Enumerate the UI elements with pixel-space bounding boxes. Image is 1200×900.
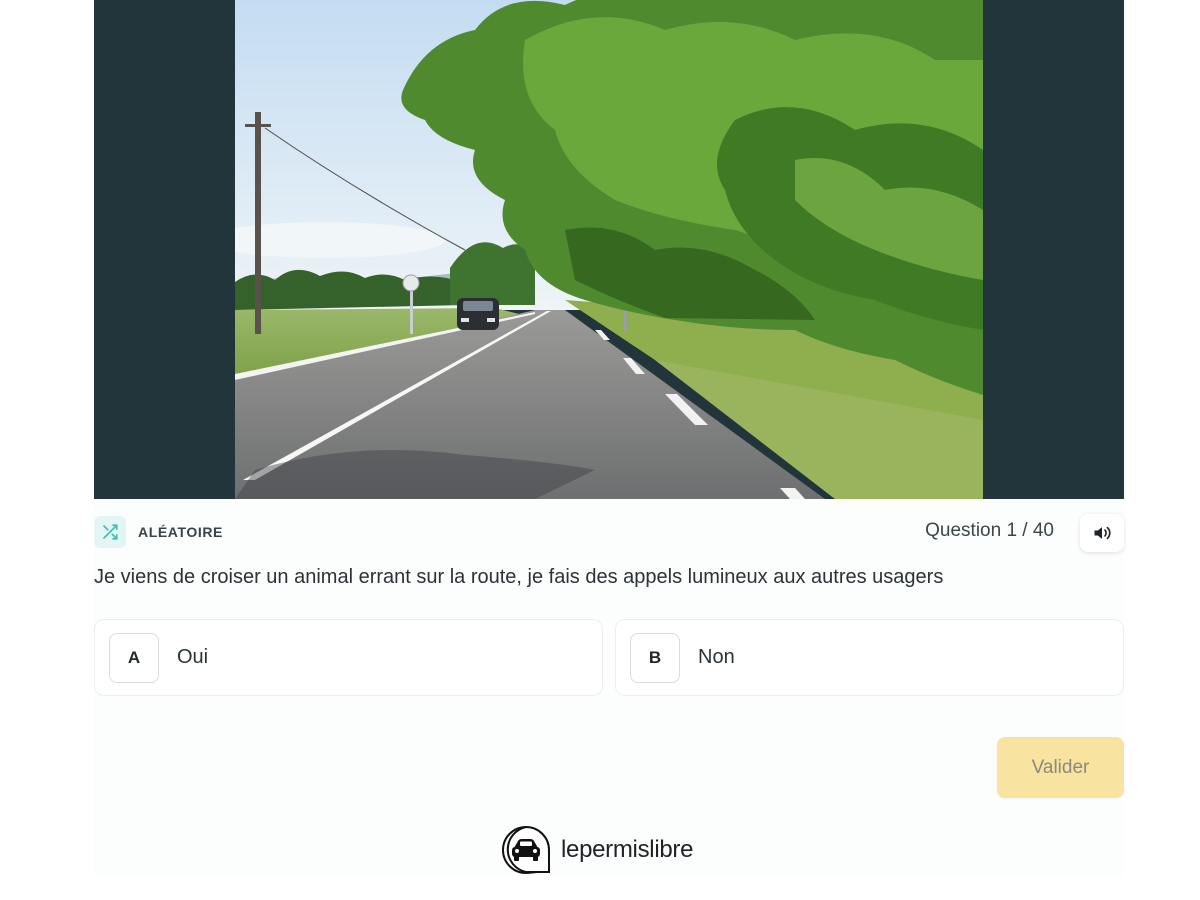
brand: lepermislibre [501,824,693,876]
question-text: Je viens de croiser un animal errant sur… [94,566,944,588]
road-photo [235,0,983,499]
brand-name: lepermislibre [561,836,694,863]
question-meta: ALÉATOIRE Question 1 / 40 [94,514,1124,552]
answer-option-a[interactable]: A Oui [94,619,603,696]
audio-button[interactable] [1080,514,1124,552]
answer-label: Non [698,646,735,668]
speaker-icon [1094,526,1111,540]
car-icon [502,825,550,874]
mode-label: ALÉATOIRE [138,524,223,540]
question-counter: Question 1 / 40 [925,520,1054,541]
answer-option-b[interactable]: B Non [615,619,1124,696]
answer-label: Oui [177,646,209,668]
answer-key: A [109,633,159,683]
shuffle-icon [94,516,126,548]
validate-button[interactable]: Valider [997,737,1124,798]
question-media [94,0,1124,499]
answer-key: B [630,633,680,683]
